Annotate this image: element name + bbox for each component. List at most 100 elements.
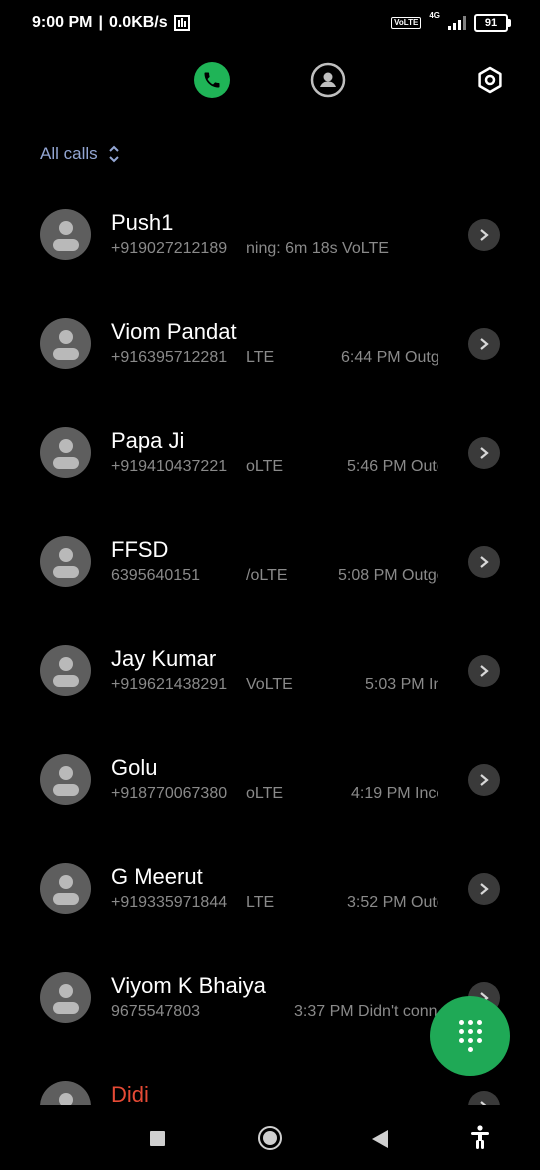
accessibility-icon[interactable] xyxy=(470,1125,490,1149)
chevron-right-icon xyxy=(480,447,489,459)
call-detail-lead: VoLTE xyxy=(246,676,293,693)
system-nav-bar xyxy=(0,1105,540,1170)
avatar[interactable] xyxy=(40,754,91,805)
status-right: VoLTE 4G 91 xyxy=(391,10,511,32)
contact-name: Push1 xyxy=(111,210,174,235)
avatar[interactable] xyxy=(40,972,91,1023)
call-info-button[interactable] xyxy=(468,1091,500,1105)
call-info-button[interactable] xyxy=(468,873,500,905)
contact-name: FFSD xyxy=(111,537,169,562)
call-detail-lead: oLTE xyxy=(246,785,284,802)
notification-icon xyxy=(173,15,190,31)
network-type: 4G xyxy=(429,10,440,20)
call-detail-lead: oLTE xyxy=(246,458,284,475)
phone-number: +919410437221 xyxy=(111,458,228,475)
call-detail-lead: LTE xyxy=(246,349,275,366)
call-row[interactable]: Jay Kumar +919621438291 VoLTE 5:03 PM Incom… xyxy=(0,616,540,725)
chevron-updown-icon xyxy=(108,145,119,163)
call-time: 6:44 PM Outgoing xyxy=(341,349,438,366)
call-time: 5:46 PM Outgoing xyxy=(347,458,438,475)
call-row[interactable]: Papa Ji +919410437221 oLTE 5:46 PM Outgoing xyxy=(0,398,540,507)
call-detail: LTE 3:52 PM Outgoing xyxy=(246,894,438,916)
chevron-right-icon xyxy=(480,883,489,895)
chevron-right-icon xyxy=(480,338,489,350)
status-left: 9:00 PM | 0.0KB/s xyxy=(32,14,190,32)
call-time: 4:19 PM Incoming xyxy=(351,785,438,802)
contact-name: Jay Kumar xyxy=(111,646,217,671)
status-separator: | xyxy=(98,14,103,31)
call-row[interactable]: G Meerut +919335971844 LTE 3:52 PM Outgoing xyxy=(0,834,540,943)
top-nav xyxy=(0,62,540,102)
chevron-right-icon xyxy=(480,665,489,677)
chevron-right-icon xyxy=(480,229,489,241)
settings-button[interactable] xyxy=(472,62,508,98)
call-info-button[interactable] xyxy=(468,219,500,251)
avatar[interactable] xyxy=(40,427,91,478)
contact-name: Viyom K Bhaiya xyxy=(111,973,266,998)
phone-number: +919621438291 xyxy=(111,676,228,693)
status-time: 9:00 PM xyxy=(32,14,93,31)
recents-icon[interactable] xyxy=(150,1131,165,1146)
avatar[interactable] xyxy=(40,318,91,369)
call-detail: oLTE 4:19 PM Incoming xyxy=(246,785,438,807)
home-icon[interactable] xyxy=(258,1126,282,1150)
call-detail-lead: LTE xyxy=(246,894,275,911)
back-icon[interactable] xyxy=(372,1130,388,1148)
call-info-button[interactable] xyxy=(468,328,500,360)
call-detail: oLTE 5:46 PM Outgoing xyxy=(246,458,438,480)
call-time: 5:03 PM Incoming xyxy=(365,676,438,693)
call-detail-lead: /oLTE xyxy=(246,567,288,584)
call-time: 3:37 PM Didn't connect xyxy=(294,1003,438,1020)
filter-label: All calls xyxy=(40,144,98,163)
call-info-button[interactable] xyxy=(468,764,500,796)
tab-contacts[interactable] xyxy=(310,62,346,98)
call-row[interactable]: Golu +918770067380 oLTE 4:19 PM Incoming xyxy=(0,725,540,834)
call-time: 5:08 PM Outgoing xyxy=(338,567,438,584)
call-detail: VoLTE 5:03 PM Incoming xyxy=(246,676,438,698)
settings-icon xyxy=(478,66,502,94)
call-time: 3:52 PM Outgoing xyxy=(347,894,438,911)
avatar[interactable] xyxy=(40,645,91,696)
contact-name: Didi xyxy=(111,1082,149,1105)
contact-name: Golu xyxy=(111,755,158,780)
call-log-list[interactable]: Push1 +919027212189 ning: 6m 18s VoLTE Viom… xyxy=(0,180,540,1105)
call-detail: LTE 6:44 PM Outgoing xyxy=(246,349,438,371)
call-detail-lead: ning: 6m 18s VoLTE xyxy=(246,240,389,257)
phone-number: 6395640151 xyxy=(111,567,200,584)
call-filter-dropdown[interactable]: All calls xyxy=(40,144,120,164)
phone-number: +916395712281 xyxy=(111,349,228,366)
contact-name: Papa Ji xyxy=(111,428,185,453)
chevron-right-icon xyxy=(480,774,489,786)
contacts-icon xyxy=(310,62,346,98)
signal-icon xyxy=(448,16,466,30)
dialpad-button[interactable] xyxy=(430,996,510,1076)
avatar[interactable] xyxy=(40,863,91,914)
battery-level: 91 xyxy=(484,17,498,29)
phone-number: +919027212189 xyxy=(111,240,228,257)
call-detail: /oLTE 5:08 PM Outgoing xyxy=(246,567,438,589)
battery-icon: 91 xyxy=(474,14,511,32)
call-info-button[interactable] xyxy=(468,546,500,578)
tab-recents[interactable] xyxy=(194,62,230,98)
status-bar: 9:00 PM | 0.0KB/s VoLTE 4G 91 xyxy=(0,0,540,50)
avatar[interactable] xyxy=(40,536,91,587)
contact-name: Viom Pandat xyxy=(111,319,237,344)
dialpad-icon xyxy=(458,1020,482,1052)
avatar[interactable] xyxy=(40,1081,91,1105)
contact-name: G Meerut xyxy=(111,864,203,889)
call-row[interactable]: Viom Pandat +916395712281 LTE 6:44 PM Outgo… xyxy=(0,289,540,398)
avatar[interactable] xyxy=(40,209,91,260)
call-info-button[interactable] xyxy=(468,655,500,687)
network-speed: 0.0KB/s xyxy=(108,14,168,31)
phone-number: +919335971844 xyxy=(111,894,228,911)
call-row[interactable]: FFSD 6395640151/oLTE 5:08 PM Outgoing xyxy=(0,507,540,616)
call-row[interactable]: Push1 +919027212189 ning: 6m 18s VoLTE xyxy=(0,180,540,289)
call-detail: ning: 6m 18s VoLTE xyxy=(246,240,438,262)
chevron-right-icon xyxy=(480,556,489,568)
volte-badge: VoLTE xyxy=(391,17,422,29)
phone-number: 9675547803 xyxy=(111,1003,200,1020)
phone-number: +918770067380 xyxy=(111,785,228,802)
call-detail: 3:37 PM Didn't connect xyxy=(246,1003,438,1025)
call-info-button[interactable] xyxy=(468,437,500,469)
phone-icon xyxy=(204,72,220,88)
